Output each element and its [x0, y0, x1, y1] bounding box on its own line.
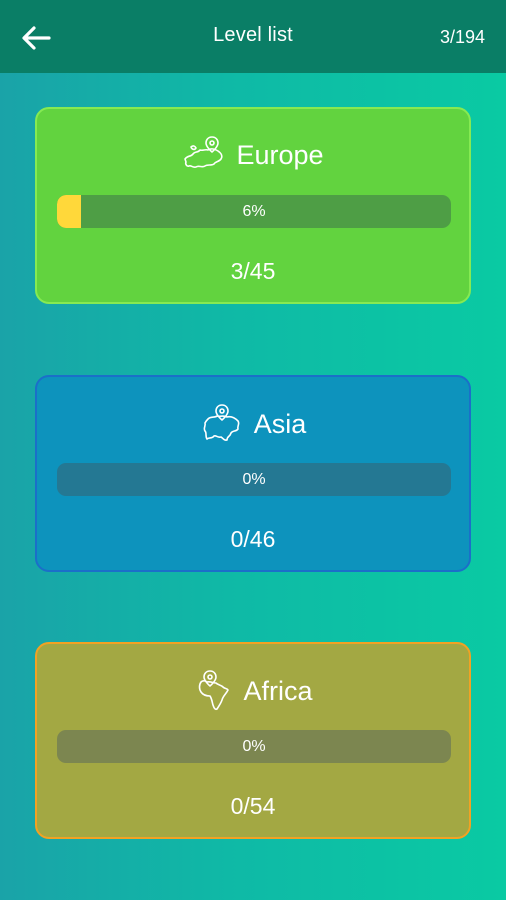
level-card-europe[interactable]: Europe 6% 3/45	[35, 107, 471, 304]
asia-map-pin-icon	[203, 404, 240, 441]
africa-map-pin-icon	[199, 670, 230, 711]
card-header: Europe	[37, 135, 469, 175]
card-header: Africa	[37, 670, 469, 712]
continent-name: Africa	[243, 676, 313, 706]
page-title: Level list	[213, 24, 293, 46]
levels-completed-count: 0/46	[230, 526, 276, 552]
levels-completed-count: 0/54	[230, 793, 276, 819]
progress-bar: 0%	[57, 463, 451, 496]
top-app-bar: Level list 3/194	[0, 0, 506, 73]
progress-percent: 0%	[242, 737, 266, 755]
progress-percent: 6%	[242, 202, 266, 220]
continent-name: Europe	[236, 140, 324, 170]
card-header: Asia	[37, 403, 469, 445]
total-progress-count: 3/194	[439, 27, 485, 47]
progress-bar: 0%	[57, 730, 451, 763]
continent-name: Asia	[253, 409, 307, 439]
progress-bar: 6%	[57, 195, 451, 228]
europe-map-pin-icon	[184, 136, 224, 169]
levels-completed-count: 3/45	[230, 258, 276, 284]
progress-percent: 0%	[242, 470, 266, 488]
level-card-africa[interactable]: Africa 0% 0/54	[35, 642, 471, 839]
level-card-asia[interactable]: Asia 0% 0/46	[35, 375, 471, 572]
